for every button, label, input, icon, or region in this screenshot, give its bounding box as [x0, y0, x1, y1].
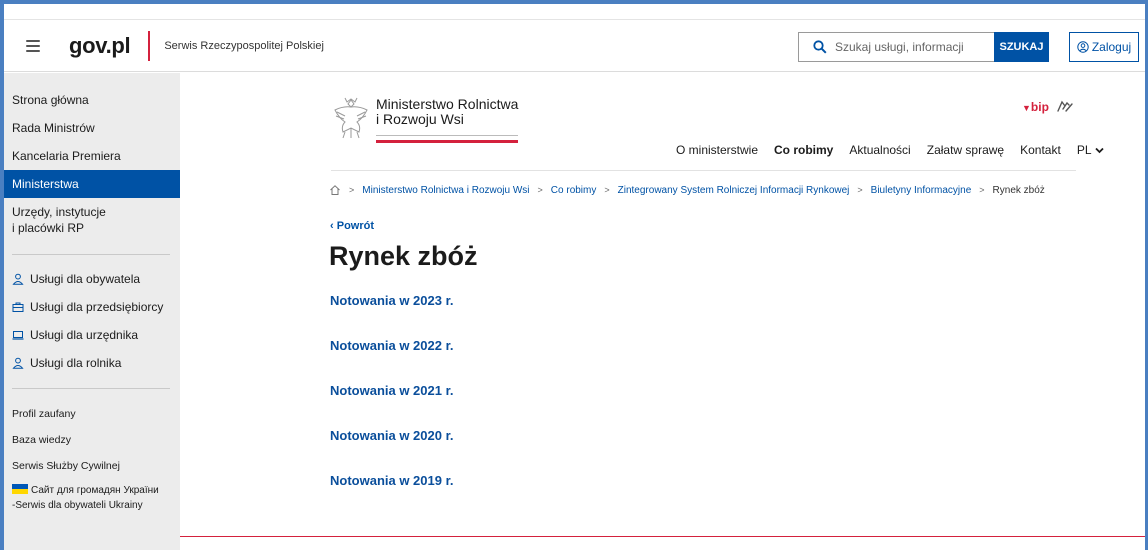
bip-arrow-icon: ▼: [1022, 103, 1031, 113]
sidebar-item-civil-service[interactable]: Serwis Służby Cywilnej: [4, 453, 180, 479]
sidebar-item-label: Usługi dla obywatela: [30, 272, 141, 286]
nav-item-about[interactable]: O ministerstwie: [676, 143, 758, 157]
back-link[interactable]: ‹ Powrót: [330, 220, 374, 232]
sidebar-item-council-of-ministers[interactable]: Rada Ministrów: [4, 114, 180, 142]
breadcrumb-current: Rynek zbóż: [992, 184, 1045, 196]
breadcrumb-separator: >: [537, 185, 543, 195]
search-button[interactable]: SZUKAJ: [994, 32, 1049, 62]
sidebar-item-label: Urzędy, instytucje: [12, 205, 106, 219]
language-selector[interactable]: PL: [1077, 143, 1104, 157]
sidebar-item-ministries[interactable]: Ministerstwa: [4, 170, 180, 198]
link-quotations-2019[interactable]: Notowania w 2019 r.: [330, 473, 454, 518]
nav-item-what-we-do[interactable]: Co robimy: [774, 143, 833, 157]
sidebar-item-farmer-services[interactable]: Usługi dla rolnika: [4, 349, 180, 377]
person-icon: [12, 357, 24, 369]
sidebar-item-official-services[interactable]: Usługi dla urzędnika: [4, 321, 180, 349]
main-content: Ministerstwo Rolnictwa i Rozwoju Wsi ▼bi…: [180, 73, 1145, 550]
sidebar-item-label: -Serwis dla obywateli Ukrainy: [12, 500, 143, 511]
sign-language-icon[interactable]: [1056, 99, 1074, 113]
back-label: Powrót: [336, 220, 375, 232]
sidebar-divider: [12, 388, 170, 389]
nav-item-services[interactable]: Załatw sprawę: [927, 143, 1004, 157]
menu-icon[interactable]: [26, 39, 40, 52]
logo-divider: [148, 30, 151, 61]
ministry-name-line: i Rozwoju Wsi: [376, 111, 464, 127]
briefcase-icon: [12, 302, 24, 312]
sidebar-item-citizen-services[interactable]: Usługi dla obywatela: [4, 265, 180, 293]
ministry-red-bar: [376, 140, 518, 143]
breadcrumb: > Ministerstwo Rolnictwa i Rozwoju Wsi >…: [329, 184, 1045, 196]
breadcrumb-separator: >: [857, 185, 863, 195]
sidebar-item-offices[interactable]: Urzędy, instytucje i placówki RP: [4, 198, 180, 242]
person-icon: [12, 273, 24, 285]
login-button[interactable]: Zaloguj: [1069, 32, 1139, 62]
search-input[interactable]: [835, 40, 985, 54]
user-circle-icon: [1077, 41, 1089, 53]
ukraine-flag-icon: [12, 484, 28, 494]
search-icon: [813, 40, 827, 54]
breadcrumb-item[interactable]: Zintegrowany System Rolniczej Informacji…: [618, 185, 850, 196]
ministry-underline: [376, 135, 518, 136]
nav-item-news[interactable]: Aktualności: [849, 143, 910, 157]
chevron-left-icon: ‹: [330, 220, 334, 232]
polish-eagle-emblem-icon: [334, 97, 368, 139]
link-quotations-2020[interactable]: Notowania w 2020 r.: [330, 428, 454, 473]
breadcrumb-item[interactable]: Ministerstwo Rolnictwa i Rozwoju Wsi: [362, 185, 529, 196]
chevron-down-icon: [1094, 147, 1104, 153]
breadcrumb-separator: >: [979, 185, 985, 195]
sidebar-item-label: Сайт для громадян України: [31, 485, 159, 496]
bip-label: bip: [1030, 100, 1049, 114]
home-icon[interactable]: [329, 184, 341, 196]
login-label: Zaloguj: [1091, 40, 1132, 54]
bip-link[interactable]: ▼bip: [1022, 100, 1049, 114]
ministry-name-line: Ministerstwo Rolnictwa: [376, 96, 519, 112]
sidebar-item-home[interactable]: Strona główna: [4, 86, 180, 114]
quotation-links-list: Notowania w 2023 r. Notowania w 2022 r. …: [330, 293, 454, 518]
nav-item-contact[interactable]: Kontakt: [1020, 143, 1061, 157]
sidebar-item-knowledge-base[interactable]: Baza wiedzy: [4, 427, 180, 453]
page-title: Rynek zbóż: [329, 241, 478, 271]
breadcrumb-separator: >: [349, 185, 355, 195]
site-header: gov.pl Serwis Rzeczypospolitej Polskiej …: [4, 20, 1145, 72]
sidebar-item-label: i placówki RP: [12, 221, 85, 235]
sidebar-item-business-services[interactable]: Usługi dla przedsiębiorcy: [4, 293, 180, 321]
sidebar-item-prime-minister-office[interactable]: Kancelaria Premiera: [4, 142, 180, 170]
service-name: Serwis Rzeczypospolitej Polskiej: [164, 39, 324, 52]
sidebar: Strona główna Rada Ministrów Kancelaria …: [4, 73, 180, 550]
ministry-nav: O ministerstwie Co robimy Aktualności Za…: [676, 143, 1104, 157]
laptop-icon: [12, 331, 24, 340]
gov-pl-logo[interactable]: gov.pl: [69, 33, 131, 59]
sidebar-divider: [12, 254, 170, 255]
link-quotations-2022[interactable]: Notowania w 2022 r.: [330, 338, 454, 383]
sidebar-item-label: Usługi dla przedsiębiorcy: [30, 300, 164, 314]
search-box: [798, 32, 994, 62]
browser-top-strip: [4, 4, 1145, 20]
nav-divider: [331, 170, 1076, 171]
language-label: PL: [1076, 143, 1092, 157]
sidebar-item-label: Usługi dla urzędnika: [30, 328, 139, 342]
breadcrumb-separator: >: [604, 185, 610, 195]
sidebar-item-ukraine[interactable]: Сайт для громадян України -Serwis dla ob…: [4, 479, 180, 513]
ministry-name[interactable]: Ministerstwo Rolnictwa i Rozwoju Wsi: [376, 97, 518, 127]
breadcrumb-item[interactable]: Biuletyny Informacyjne: [871, 185, 972, 196]
link-quotations-2023[interactable]: Notowania w 2023 r.: [330, 293, 454, 338]
sidebar-item-label: Usługi dla rolnika: [30, 356, 122, 370]
sidebar-item-trusted-profile[interactable]: Profil zaufany: [4, 401, 180, 427]
breadcrumb-item[interactable]: Co robimy: [551, 185, 597, 196]
link-quotations-2021[interactable]: Notowania w 2021 r.: [330, 383, 454, 428]
footer-red-line: [180, 536, 1145, 537]
